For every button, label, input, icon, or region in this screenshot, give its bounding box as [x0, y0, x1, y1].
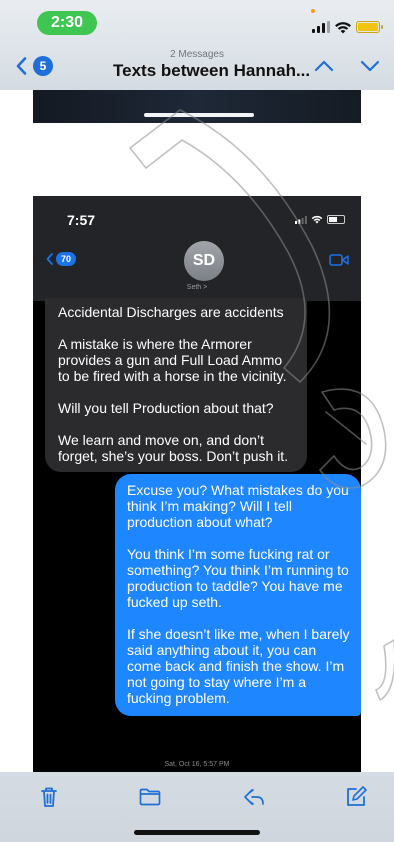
- page-title: Texts between Hannah...: [113, 61, 311, 80]
- message-navigation: [314, 60, 380, 72]
- message-text: If she doesn’t like me, when I barely sa…: [127, 626, 350, 706]
- wifi-icon: [335, 21, 351, 33]
- inner-status-time: 7:57: [67, 212, 96, 228]
- screenshot-attachment[interactable]: 7:57 70 SD Seth > Accidental Discharges …: [33, 196, 361, 778]
- conversation-back-button: 70: [46, 252, 76, 266]
- home-indicator-top: [144, 113, 254, 117]
- folder-icon[interactable]: [138, 785, 162, 809]
- inner-status-bar: 7:57: [33, 196, 361, 238]
- message-text: We learn and move on, and don’t forget, …: [58, 432, 289, 464]
- unread-count-badge: 70: [56, 252, 76, 266]
- contact-name: Seth >: [186, 284, 208, 291]
- signal-icon: [295, 215, 307, 224]
- battery-icon: [356, 21, 383, 33]
- avatar: SD: [184, 241, 224, 281]
- message-text: Will you tell Production about that?: [58, 400, 274, 416]
- message-timestamp: Sat, Oct 16, 5:57 PM: [164, 761, 230, 768]
- battery-icon: [327, 215, 345, 224]
- conversation-header: 70 SD Seth >: [33, 238, 361, 301]
- reply-icon[interactable]: [242, 785, 266, 809]
- signal-icon: [312, 21, 330, 33]
- inner-status-icons: [295, 215, 345, 224]
- status-time[interactable]: 2:30: [37, 11, 97, 35]
- message-text: A mistake is where the Armorer provides …: [58, 336, 287, 384]
- message-text: Excuse you? What mistakes do you think I…: [127, 482, 349, 530]
- message-count-label: 2 Messages: [170, 49, 224, 60]
- privacy-indicator-dot: [311, 9, 315, 13]
- incoming-message-bubble: Accidental Discharges are accidents A mi…: [45, 298, 307, 472]
- status-bar: 2:30: [0, 0, 394, 44]
- chevron-down-icon[interactable]: [360, 60, 380, 72]
- message-text: Accidental Discharges are accidents: [58, 304, 284, 320]
- navigation-bar: 5 2 Messages Texts between Hannah...: [0, 44, 394, 90]
- outgoing-message-bubble: Excuse you? What mistakes do you think I…: [115, 474, 361, 716]
- compose-icon[interactable]: [344, 785, 368, 809]
- chevron-left-icon: [46, 253, 53, 265]
- video-call-icon: [329, 254, 349, 266]
- message-text: You think I’m some fucking rat or someth…: [127, 546, 349, 610]
- previous-attachment-image: [33, 90, 361, 123]
- trash-icon[interactable]: [37, 785, 61, 809]
- home-indicator: [134, 830, 260, 835]
- wifi-icon: [311, 215, 323, 224]
- status-icons: [312, 20, 383, 34]
- chevron-up-icon[interactable]: [314, 60, 334, 72]
